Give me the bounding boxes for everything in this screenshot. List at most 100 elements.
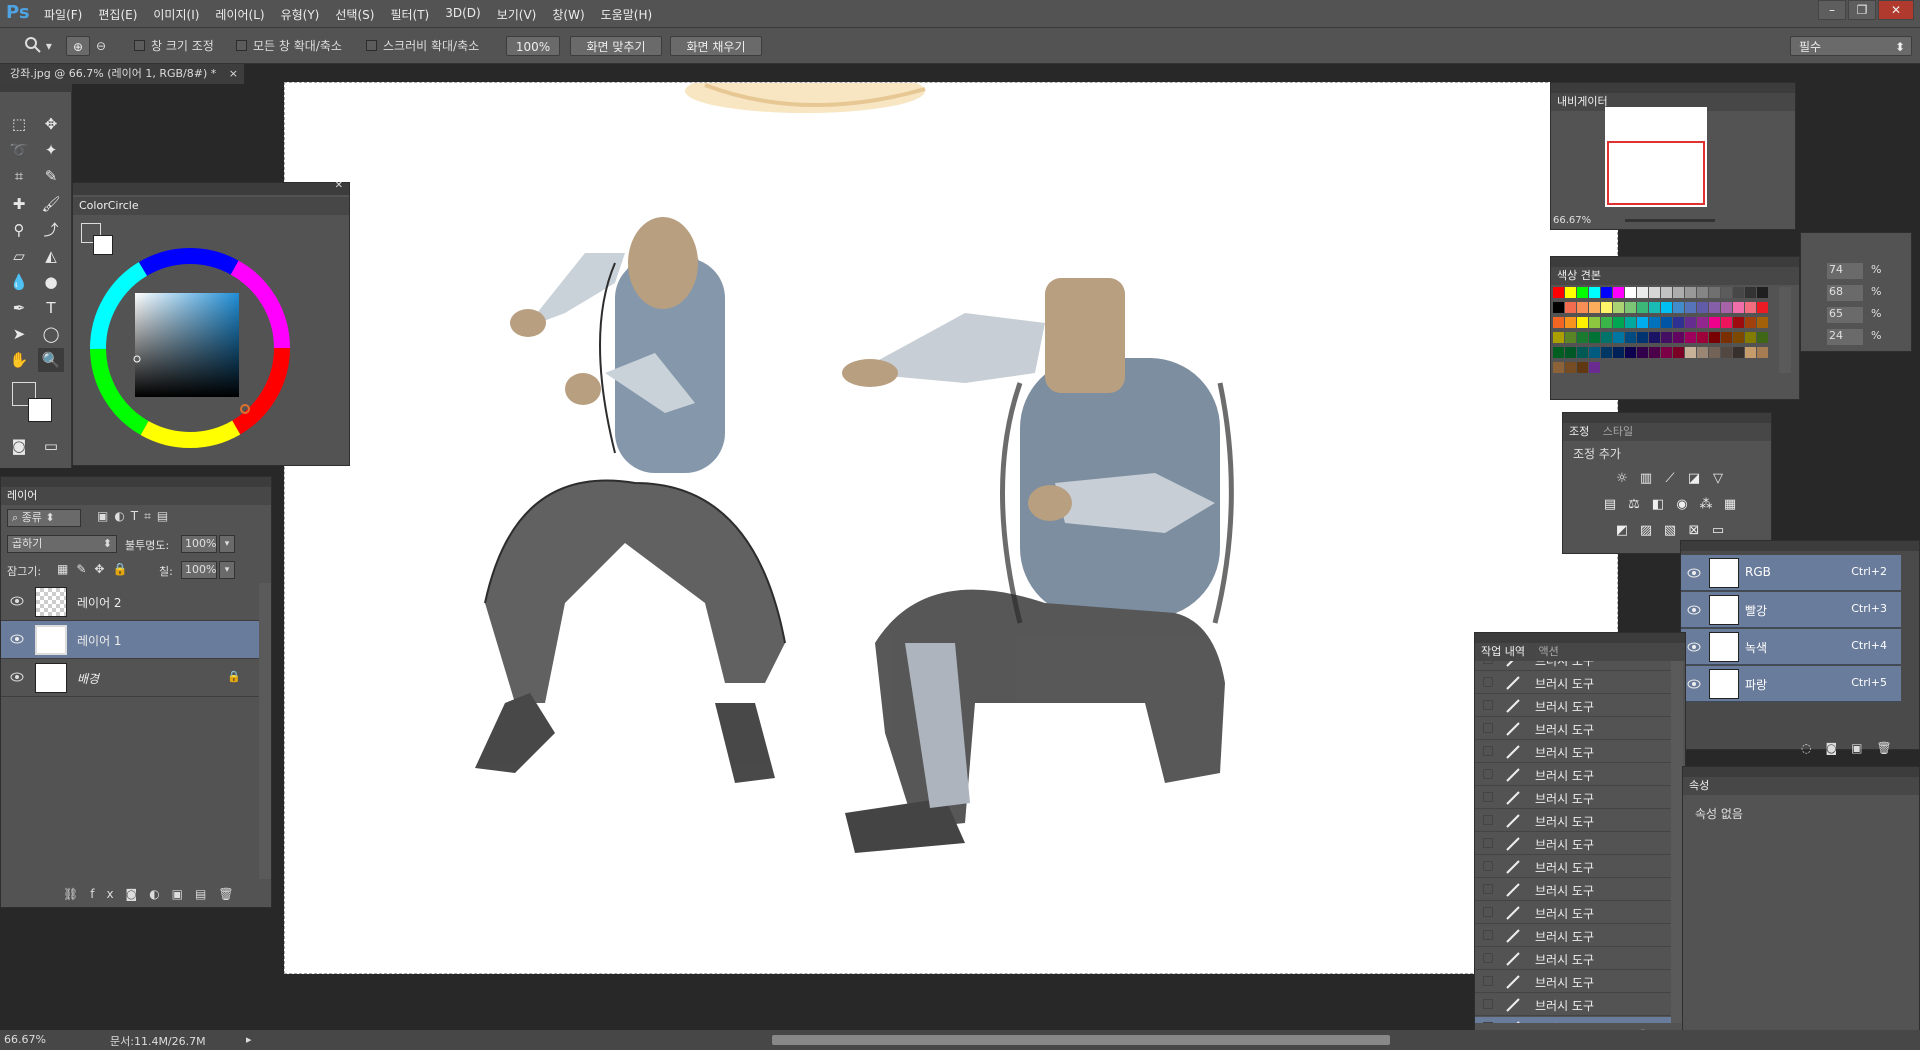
color-swatch[interactable] — [1733, 347, 1744, 358]
color-swatch[interactable] — [1553, 332, 1564, 343]
exposure-icon[interactable]: ◪ — [1685, 471, 1703, 487]
color-swatch[interactable] — [1565, 332, 1576, 343]
fit-screen-button[interactable]: 화면 맞추기 — [570, 36, 662, 56]
color-swatch[interactable] — [1637, 317, 1648, 328]
color-swatch[interactable] — [1697, 287, 1708, 298]
channel-row[interactable]: 녹색 Ctrl+4 — [1681, 629, 1901, 665]
color-swatch[interactable] — [1565, 362, 1576, 373]
color-swatch[interactable] — [1721, 347, 1732, 358]
menu-type[interactable]: 유형(Y) — [281, 6, 320, 23]
color-balance-icon[interactable]: ⚖ — [1625, 497, 1643, 513]
color-swatch[interactable] — [1577, 287, 1588, 298]
close-icon[interactable]: × — [229, 64, 238, 84]
eraser-tool-icon[interactable]: ▱ — [6, 244, 32, 268]
menu-layer[interactable]: 레이어(L) — [215, 6, 264, 23]
color-swatch[interactable] — [1637, 287, 1648, 298]
color-swatch[interactable] — [1685, 317, 1696, 328]
color-swatch[interactable] — [1757, 317, 1768, 328]
history-snapshot-box[interactable] — [1483, 861, 1493, 871]
color-swatch[interactable] — [1721, 332, 1732, 343]
restore-button[interactable]: ❐ — [1848, 0, 1876, 20]
color-swatch[interactable] — [1625, 347, 1636, 358]
navigator-thumbnail[interactable] — [1605, 107, 1707, 207]
color-swatch[interactable] — [1661, 302, 1672, 313]
layer-row[interactable]: 레이어 1 — [1, 621, 259, 659]
history-snapshot-box[interactable] — [1483, 838, 1493, 848]
color-swatch[interactable] — [1553, 362, 1564, 373]
minimize-button[interactable]: – — [1818, 0, 1846, 20]
color-swatch[interactable] — [1733, 302, 1744, 313]
color-swatch[interactable] — [1637, 332, 1648, 343]
color-swatch[interactable] — [1577, 332, 1588, 343]
zoom-in-button[interactable]: ⊕ — [66, 36, 90, 56]
history-item[interactable]: 브러시 도구 — [1475, 672, 1671, 694]
opacity-dropdown[interactable]: ▾ — [219, 535, 235, 553]
eye-icon[interactable] — [1687, 677, 1701, 691]
history-item[interactable]: 브러시 도구 — [1475, 787, 1671, 809]
eye-icon[interactable] — [1687, 566, 1701, 580]
history-snapshot-box[interactable] — [1483, 953, 1493, 963]
scrubby-zoom-checkbox[interactable] — [366, 40, 377, 51]
gradient-map-icon[interactable]: ▭ — [1709, 523, 1727, 539]
color-swatch[interactable] — [1625, 302, 1636, 313]
history-item[interactable]: 브러시 도구 — [1475, 741, 1671, 763]
history-snapshot-box[interactable] — [1483, 907, 1493, 917]
color-swatch[interactable] — [1709, 302, 1720, 313]
blur-tool-icon[interactable]: 💧 — [6, 270, 32, 294]
history-snapshot-box[interactable] — [1483, 700, 1493, 710]
color-swatch[interactable] — [1745, 287, 1756, 298]
history-snapshot-box[interactable] — [1483, 746, 1493, 756]
colorcircle-tab[interactable]: ColorCircle — [73, 197, 349, 215]
color-swatch[interactable] — [1685, 347, 1696, 358]
color-swatch[interactable] — [1601, 317, 1612, 328]
status-menu-arrow[interactable]: ▸ — [246, 1033, 252, 1046]
menu-select[interactable]: 선택(S) — [335, 6, 374, 23]
color-swatch[interactable] — [1661, 317, 1672, 328]
history-snapshot-box[interactable] — [1483, 1022, 1493, 1023]
color-swatch[interactable] — [1625, 317, 1636, 328]
color-swatch[interactable] — [1637, 302, 1648, 313]
color-swatch[interactable] — [1589, 362, 1600, 373]
channel-footer-icons[interactable]: ◌◙▣🗑 — [1801, 741, 1906, 755]
vibrance-icon[interactable]: ▽ — [1709, 471, 1727, 487]
pen-tool-icon[interactable]: ✒ — [6, 296, 32, 320]
magic-wand-icon[interactable]: ✦ — [38, 138, 64, 162]
color-swatch[interactable] — [1553, 302, 1564, 313]
color-swatch[interactable] — [1577, 362, 1588, 373]
lasso-tool-icon[interactable]: ➰ — [6, 138, 32, 162]
posterize-icon[interactable]: ▨ — [1637, 523, 1655, 539]
color-swatch[interactable] — [1697, 332, 1708, 343]
color-swatch[interactable] — [1613, 317, 1624, 328]
color-swatch[interactable] — [1685, 302, 1696, 313]
eye-icon[interactable] — [10, 632, 24, 646]
navigator-zoom-slider[interactable] — [1625, 219, 1715, 222]
layer-footer-icons[interactable]: ⛓fx◙◐▣▤🗑 — [63, 887, 246, 901]
navigator-zoom[interactable]: 66.67% — [1553, 215, 1591, 226]
history-item[interactable]: 브러시 도구 — [1475, 718, 1671, 740]
color-swatch[interactable] — [1589, 332, 1600, 343]
color-swatch[interactable] — [1733, 317, 1744, 328]
color-swatch[interactable] — [1757, 287, 1768, 298]
color-swatch[interactable] — [1721, 302, 1732, 313]
eye-icon[interactable] — [1687, 640, 1701, 654]
color-swatch[interactable] — [1733, 287, 1744, 298]
properties-tab[interactable]: 속성 — [1683, 777, 1919, 795]
color-swatch[interactable] — [1697, 347, 1708, 358]
color-swatch[interactable] — [1601, 287, 1612, 298]
color-swatch[interactable] — [1625, 332, 1636, 343]
color-swatch[interactable] — [1745, 347, 1756, 358]
history-item[interactable]: 브러시 도구 — [1475, 833, 1671, 855]
history-item[interactable]: 브러시 도구 — [1475, 879, 1671, 901]
history-item[interactable]: 브러시 도구 — [1475, 856, 1671, 878]
color-swatch[interactable] — [1613, 347, 1624, 358]
color-swatch[interactable] — [1577, 302, 1588, 313]
color-swatch[interactable] — [1673, 287, 1684, 298]
brush-tool-icon[interactable]: 🖌 — [38, 192, 64, 216]
color-swatch[interactable] — [1721, 317, 1732, 328]
menu-help[interactable]: 도움말(H) — [601, 6, 653, 23]
history-item[interactable]: 브러시 도구 — [1475, 948, 1671, 970]
color-swatch[interactable] — [1733, 332, 1744, 343]
ellipse-tool-icon[interactable]: ◯ — [38, 322, 64, 346]
color-swatch[interactable] — [1589, 287, 1600, 298]
menu-image[interactable]: 이미지(I) — [153, 6, 199, 23]
